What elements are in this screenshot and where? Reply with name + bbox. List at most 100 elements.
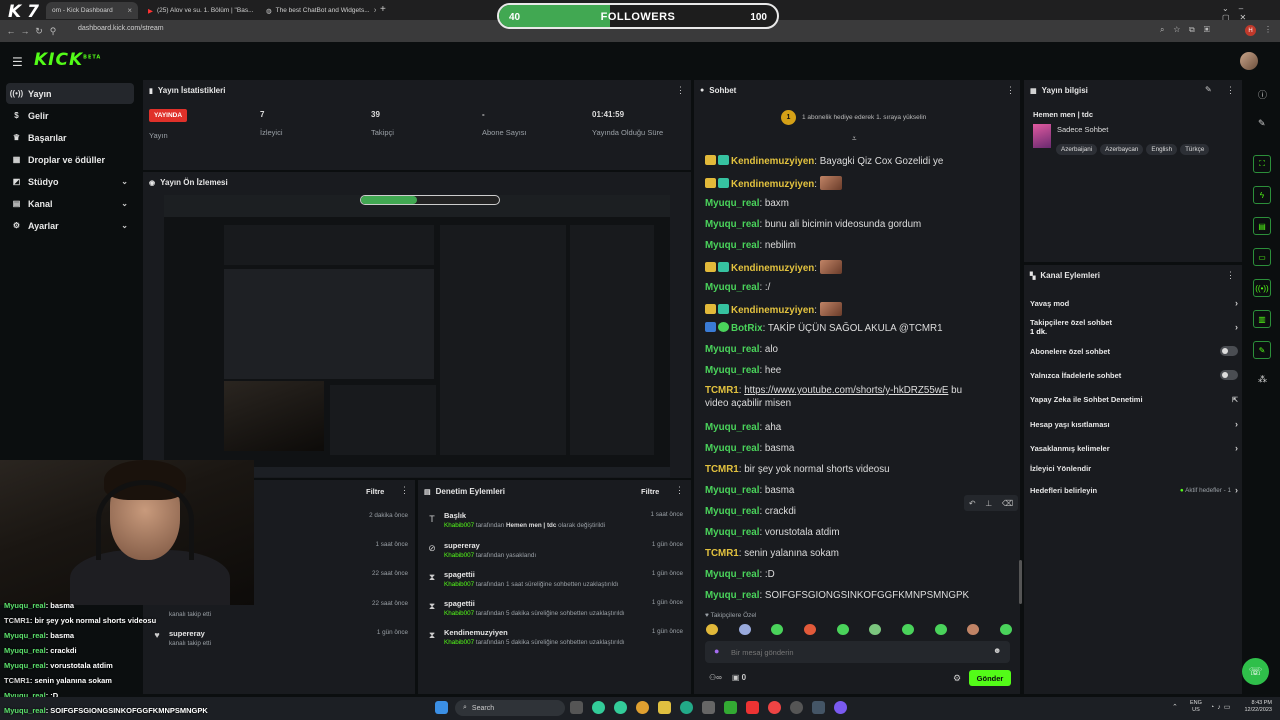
chat-user[interactable]: Kendinemuzyiyen — [731, 305, 814, 316]
chat-message[interactable]: TCMR1: bir şey yok normal shorts videosu — [705, 463, 1005, 476]
emote-icon[interactable] — [836, 624, 849, 635]
tray-lang[interactable]: ENG US — [1190, 700, 1202, 714]
chat-user[interactable]: Myuqu_real — [705, 344, 759, 355]
chat-message[interactable]: Myuqu_real: :/ — [705, 281, 1005, 294]
chat-message[interactable]: Myuqu_real: alo — [705, 343, 1005, 356]
activity-user[interactable]: supereray — [169, 629, 205, 638]
stream-category[interactable]: Sadece Sohbet — [1057, 125, 1108, 134]
chat-message[interactable]: Myuqu_real: :D — [705, 568, 1005, 581]
chat-user[interactable]: Myuqu_real — [705, 590, 759, 601]
chat-message[interactable]: Myuqu_real: basma — [705, 442, 1005, 455]
chat-user[interactable]: Kendinemuzyiyen — [731, 156, 814, 167]
kick-logo[interactable]: KICKBETA — [34, 50, 101, 70]
support-chat-button[interactable]: ☏ — [1242, 658, 1269, 685]
chat-user[interactable]: Myuqu_real — [705, 365, 759, 376]
chat-message[interactable]: TCMR1: https://www.youtube.com/shorts/y-… — [705, 384, 1005, 410]
users-icon[interactable]: ⚇∞ — [709, 673, 722, 682]
url-field[interactable]: dashboard.kick.com/stream — [78, 25, 164, 32]
chat-user[interactable]: Myuqu_real — [705, 219, 759, 230]
emote-icon[interactable] — [999, 624, 1012, 635]
action-goals[interactable]: Hedefleri belirleyin ● Aktif hedefler - 1… — [1030, 485, 1238, 495]
tool-button-2[interactable]: ϟ — [1253, 186, 1271, 204]
pin-icon[interactable]: ⊥ — [985, 499, 992, 508]
chat-user[interactable]: Kendinemuzyiyen — [731, 263, 814, 274]
chat-message[interactable]: Myuqu_real: nebilim — [705, 239, 1005, 252]
sidebar-item-kanal[interactable]: ▤ Kanal ⌄ — [6, 193, 134, 214]
chat-link[interactable]: https://www.youtube.com/shorts/y-hkDRZ55… — [744, 385, 948, 396]
action-subs-only[interactable]: Abonelere özel sohbet — [1030, 346, 1238, 356]
chat-message[interactable]: Myuqu_real: SOIFGFSGIONGSINKOFGGFKMNPSMN… — [705, 589, 1005, 602]
chat-message[interactable]: Kendinemuzyiyen: Bayagki Qiz Cox Gozelid… — [705, 155, 1005, 168]
taskbar-chrome-icon[interactable] — [768, 701, 781, 714]
emote-icon[interactable] — [967, 624, 980, 635]
moderation-filter[interactable]: Filtre — [641, 487, 659, 496]
sidebar-item-ayarlar[interactable]: ⚙ Ayarlar ⌄ — [6, 215, 134, 236]
chat-user[interactable]: Kendinemuzyiyen — [731, 179, 814, 190]
browser-tab-kick[interactable]: om - Kick Dashboard × — [46, 2, 138, 19]
emote-icon[interactable] — [869, 624, 882, 635]
gift-rank-text[interactable]: 1 abonelik hediye ederek 1. sıraya yükse… — [802, 114, 926, 121]
stream-info-menu-icon[interactable]: ⋮ — [1226, 85, 1235, 96]
taskbar-app-icon[interactable] — [614, 701, 627, 714]
browser-tab-chatbot[interactable]: ◍ The best ChatBot and Widgets... × — [260, 2, 376, 19]
tool-button-1[interactable]: ⛶ — [1253, 155, 1271, 173]
taskbar-app-icon[interactable] — [834, 701, 847, 714]
taskbar-app-icon[interactable] — [746, 701, 759, 714]
send-button[interactable]: Gönder — [969, 670, 1011, 686]
reply-icon[interactable]: ↶ — [969, 499, 976, 508]
taskbar-app-icon[interactable] — [636, 701, 649, 714]
taskbar-app-icon[interactable] — [790, 701, 803, 714]
back-icon[interactable]: ← — [4, 26, 18, 36]
user-avatar[interactable] — [1240, 52, 1258, 70]
taskbar-app-icon[interactable] — [680, 701, 693, 714]
taskbar-app-icon[interactable] — [724, 701, 737, 714]
chat-user[interactable]: Myuqu_real — [705, 569, 759, 580]
chat-user[interactable]: Myuqu_real — [705, 527, 759, 538]
taskbar-app-icon[interactable] — [812, 701, 825, 714]
reload-icon[interactable]: ↻ — [32, 26, 46, 37]
chat-scrollbar[interactable] — [1019, 560, 1022, 604]
chat-message[interactable]: Myuqu_real: aha — [705, 421, 1005, 434]
chat-user[interactable]: TCMR1 — [705, 385, 739, 396]
stats-menu-icon[interactable]: ⋮ — [676, 85, 685, 96]
tray-clock[interactable]: 8:43 PM 12/22/2023 — [1238, 700, 1272, 714]
widgets-icon[interactable]: ⁂ — [1258, 374, 1267, 385]
mic-icon[interactable]: ● — [714, 646, 719, 656]
delete-icon[interactable]: ⌫ — [1002, 499, 1013, 508]
sidebar-item-droplar[interactable]: ▦ Droplar ve ödüller — [6, 149, 134, 170]
emote-icon[interactable] — [934, 624, 947, 635]
tag[interactable]: English — [1146, 144, 1178, 155]
stream-preview[interactable] — [164, 195, 670, 477]
action-host[interactable]: İzleyici Yönlendir — [1030, 464, 1238, 473]
tag[interactable]: Azerbaijani — [1056, 144, 1098, 155]
sidebar-item-yayin[interactable]: ((•)) Yayın — [6, 83, 134, 104]
taskbar-app-icon[interactable] — [702, 701, 715, 714]
emoji-icon[interactable]: ☻ — [993, 646, 1001, 655]
info-circle-icon[interactable]: ⓘ — [1258, 88, 1267, 101]
emote-icon[interactable] — [901, 624, 914, 635]
sidebar-item-studyo[interactable]: ◩ Stüdyo ⌄ — [6, 171, 134, 192]
emote-icon[interactable] — [706, 624, 718, 635]
chat-message[interactable]: Kendinemuzyiyen: — [705, 176, 1005, 191]
chat-message[interactable]: TCMR1: senin yalanına sokam — [705, 547, 1005, 560]
tag[interactable]: Azerbaycan — [1100, 144, 1144, 155]
chat-user[interactable]: TCMR1 — [705, 548, 739, 559]
chat-user[interactable]: BotRix — [731, 323, 763, 334]
taskbar-app-icon[interactable] — [570, 701, 583, 714]
hamburger-menu-icon[interactable]: ☰ — [12, 55, 23, 69]
emote-icon[interactable] — [738, 624, 751, 635]
chat-message[interactable]: Kendinemuzyiyen: — [705, 302, 1005, 317]
browser-tab-youtube[interactable]: ▶ (25) Alov ve su. 1. Bölüm | "Bas...× — [142, 2, 258, 19]
windows-start-icon[interactable] — [435, 701, 448, 714]
pencil-icon[interactable]: ✎ — [1258, 118, 1266, 129]
chat-message[interactable]: Kendinemuzyiyen: — [705, 260, 1005, 275]
channel-actions-menu-icon[interactable]: ⋮ — [1226, 270, 1235, 281]
chat-message[interactable]: Myuqu_real: bunu ali bicimin videosunda … — [705, 218, 1005, 231]
chat-user[interactable]: Myuqu_real — [705, 282, 759, 293]
tool-button-4[interactable]: ▭ — [1253, 248, 1271, 266]
chat-message[interactable]: Myuqu_real: basma — [705, 484, 1005, 497]
chat-message[interactable]: Myuqu_real: baxm — [705, 197, 1005, 210]
tool-button-3[interactable]: ▤ — [1253, 217, 1271, 235]
edit-icon[interactable]: ✎ — [1205, 85, 1212, 94]
emote-only-toggle[interactable] — [1220, 370, 1238, 380]
